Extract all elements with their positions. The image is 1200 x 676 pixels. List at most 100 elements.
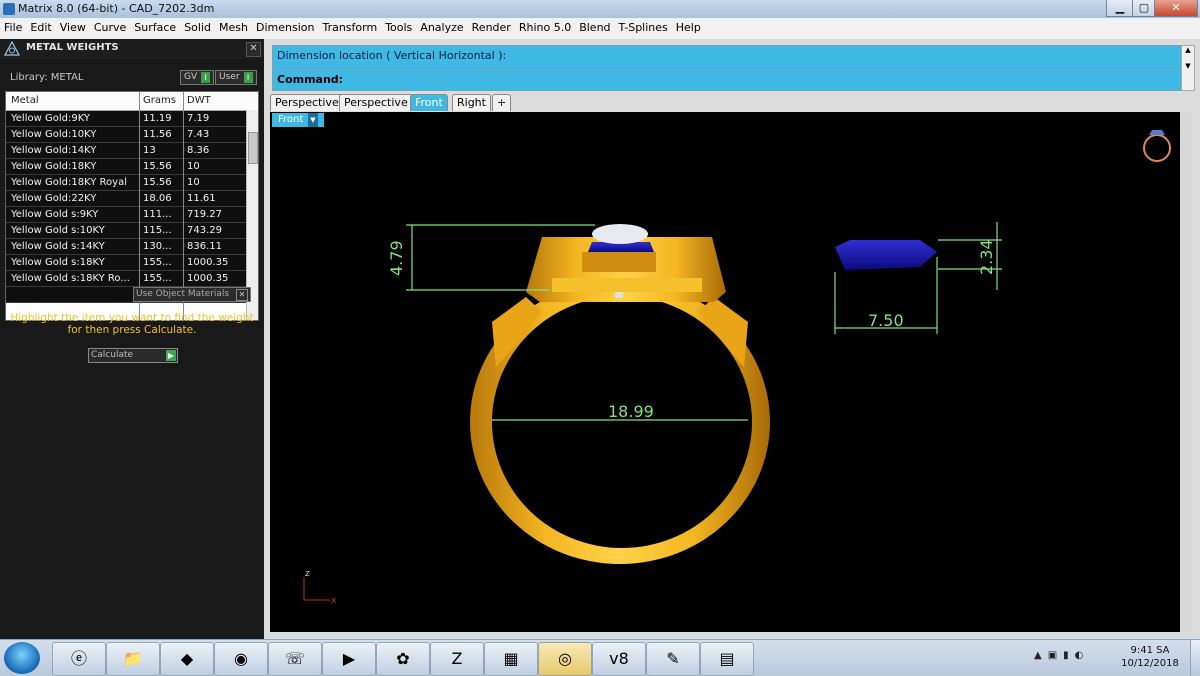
system-tray-icons[interactable]: ▲▣▮◐ [1034,650,1089,661]
user-toggle[interactable]: User I [215,70,257,85]
table-row[interactable]: Yellow Gold:9KY 11.19 7.19 [6,111,258,127]
play-icon: ▶ [166,350,176,361]
zalo-icon[interactable]: Z [430,642,484,676]
cell-grams: 155... [143,257,172,268]
cell-dwt: 1000.35 [187,273,229,284]
matrix-app-icon[interactable]: ◎ [538,642,592,676]
ring-navigation-icon[interactable] [1143,130,1171,162]
cell-dwt: 10 [187,177,200,188]
cell-dwt: 743.29 [187,225,222,236]
add-tab-button[interactable]: + [492,94,512,111]
column-header-metal[interactable]: Metal [11,95,39,106]
menu-dimension[interactable]: Dimension [252,18,318,34]
menu-edit[interactable]: Edit [26,18,55,34]
notes-app-icon[interactable]: ▤ [700,642,754,676]
cell-dwt: 836.11 [187,241,222,252]
menu-solid[interactable]: Solid [180,18,215,34]
calculate-button[interactable]: Calculate ▶ [88,348,178,363]
clock[interactable]: 9:41 SA 10/12/2018 [1120,644,1180,670]
menu-surface[interactable]: Surface [130,18,180,34]
menu-help[interactable]: Help [672,18,705,34]
command-prompt-history: Dimension location ( Vertical Horizontal… [277,49,507,62]
gv-toggle[interactable]: GV I [180,70,215,85]
column-header-grams[interactable]: Grams [143,95,176,106]
viber-icon[interactable]: ☏ [268,642,322,676]
menu-rhino[interactable]: Rhino 5.0 [515,18,575,34]
cell-metal: Yellow Gold:10KY [11,129,97,140]
file-explorer-icon[interactable]: 📁 [106,642,160,676]
side-stone [835,240,937,270]
table-row[interactable]: Yellow Gold s:14KY 130... 836.11 [6,239,258,255]
use-object-materials-toggle[interactable]: Use Object Materials ✕ [133,287,251,302]
table-row[interactable]: Yellow Gold s:9KY 111... 719.27 [6,207,258,223]
cell-grams: 155... [143,273,172,284]
table-row[interactable]: Yellow Gold s:10KY 115... 743.29 [6,223,258,239]
cell-dwt: 11.61 [187,193,216,204]
menu-file[interactable]: File [0,18,26,34]
tab-front[interactable]: Front [410,94,448,111]
maximize-button[interactable]: ▢ [1132,0,1156,17]
table-row[interactable]: Yellow Gold:22KY 18.06 11.61 [6,191,258,207]
column-divider [183,92,184,320]
menu-curve[interactable]: Curve [90,18,130,34]
corel-icon[interactable]: ✿ [376,642,430,676]
checkbox-icon[interactable]: ✕ [236,289,248,301]
viewport-scrollbar[interactable] [1180,112,1192,632]
table-row[interactable]: Yellow Gold:18KY 15.56 10 [6,159,258,175]
user-label: User [219,72,240,82]
panel-close-button[interactable]: ✕ [246,42,261,57]
command-scrollbar[interactable]: ▲ ▼ [1181,45,1195,91]
tab-perspective[interactable]: Perspective [270,94,344,111]
cell-grams: 130... [143,241,172,252]
menu-analyze[interactable]: Analyze [416,18,467,34]
stone-pin [615,292,623,298]
cell-dwt: 7.43 [187,129,210,140]
cell-metal: Yellow Gold s:18KY [11,257,105,268]
tab-right[interactable]: Right [452,94,491,111]
cell-grams: 18.06 [143,193,172,204]
table-row[interactable]: Yellow Gold s:18KY Ro... 155... 1000.35 [6,271,258,287]
menu-view[interactable]: View [56,18,90,34]
table-row[interactable]: Yellow Gold:10KY 11.56 7.43 [6,127,258,143]
table-row[interactable]: Yellow Gold s:18KY 155... 1000.35 [6,255,258,271]
game-app-icon[interactable]: ◆ [160,642,214,676]
menu-tsplines[interactable]: T-Splines [615,18,672,34]
command-input-label[interactable]: Command: [277,73,343,86]
menu-blend[interactable]: Blend [575,18,614,34]
column-header-dwt[interactable]: DWT [187,95,211,106]
cell-grams: 115... [143,225,172,236]
cell-dwt: 719.27 [187,209,222,220]
front-viewport[interactable]: Front ▼ 18.99 4.79 2.34 7.50 z x [270,112,1180,632]
media-player-icon[interactable]: ▶ [322,642,376,676]
cell-dwt: 8.36 [187,145,210,156]
teamviewer-icon[interactable]: ▦ [484,642,538,676]
menu-bar: File Edit View Curve Surface Solid Mesh Dimensi… [0,18,1200,40]
cell-grams: 111... [143,209,172,220]
cell-grams: 11.56 [143,129,172,140]
chrome-icon[interactable]: ◉ [214,642,268,676]
dim-stone-height: 2.34 [977,239,996,275]
menu-tools[interactable]: Tools [381,18,416,34]
cell-metal: Yellow Gold:14KY [11,145,97,156]
table-row[interactable]: Yellow Gold:14KY 13 8.36 [6,143,258,159]
start-button[interactable] [4,642,40,674]
dim-ring-inner: 18.99 [608,402,654,421]
tab-perspective-2[interactable]: Perspective [339,94,413,111]
minimize-button[interactable]: ▁ [1106,0,1134,17]
paint-icon[interactable]: ✎ [646,642,700,676]
close-button[interactable]: ✕ [1154,0,1198,17]
command-area[interactable]: Dimension location ( Vertical Horizontal… [272,45,1182,91]
axis-indicator: z x [303,569,337,606]
menu-render[interactable]: Render [468,18,515,34]
menu-mesh[interactable]: Mesh [215,18,252,34]
menu-transform[interactable]: Transform [318,18,381,34]
dim-stone-width: 7.50 [868,311,904,330]
cell-dwt: 10 [187,161,200,172]
internet-explorer-icon[interactable]: ⓔ [52,642,106,676]
scrollbar-thumb[interactable] [248,132,258,164]
table-row[interactable]: Yellow Gold:18KY Royal 15.56 10 [6,175,258,191]
show-desktop-button[interactable] [1190,640,1200,676]
cell-grams: 11.19 [143,113,172,124]
v8-app-icon[interactable]: v8 [592,642,646,676]
clock-date: 10/12/2018 [1121,658,1179,669]
